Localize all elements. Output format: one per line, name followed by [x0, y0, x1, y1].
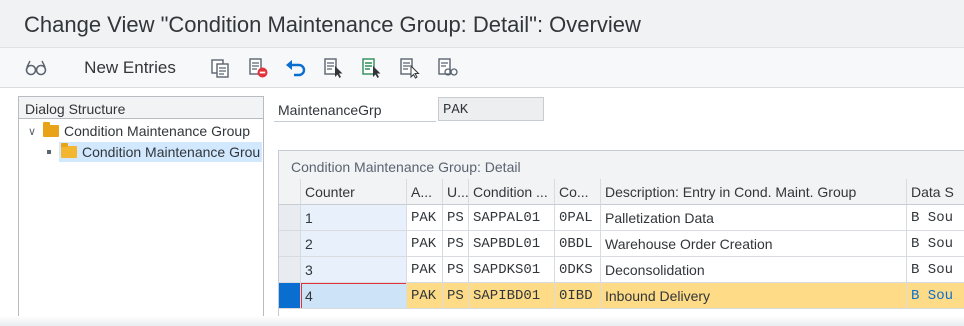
maintenance-group-field[interactable]: PAK [438, 97, 544, 121]
label-underline [274, 121, 436, 122]
row-selector[interactable] [279, 205, 301, 231]
a-cell: PAK [407, 231, 443, 257]
column-header-a[interactable]: A... [407, 179, 443, 205]
counter-value: 4 [305, 288, 313, 304]
description-cell: Deconsolidation [601, 257, 907, 283]
a-cell: PAK [407, 205, 443, 231]
column-header-description[interactable]: Description: Entry in Cond. Maint. Group [601, 179, 907, 205]
open-folder-icon [61, 143, 77, 158]
description-cell: Palletization Data [601, 205, 907, 231]
row-selector[interactable] [279, 257, 301, 283]
a-cell: PAK [407, 283, 443, 309]
co-cell: 0IBD [555, 283, 601, 309]
toolbar: New Entries [0, 48, 964, 88]
counter-cell[interactable]: 3 [301, 257, 407, 283]
undo-icon[interactable] [284, 56, 308, 80]
condition-cell: SAPIBD01 [469, 283, 555, 309]
tree-item-label: Condition Maintenance Group [64, 123, 251, 139]
condition-cell: SAPDKS01 [469, 257, 555, 283]
folder-icon [43, 122, 59, 137]
chevron-down-icon[interactable]: ∨ [25, 125, 39, 138]
data-source-cell[interactable]: B Sou [907, 205, 964, 231]
data-source-cell[interactable]: B Sou [907, 231, 964, 257]
dialog-structure-panel: Dialog Structure ∨ Condition Maintenance… [18, 96, 264, 326]
select-block-icon[interactable] [360, 56, 384, 80]
window: Change View "Condition Maintenance Group… [0, 0, 964, 326]
column-header-condition[interactable]: Condition ... [469, 179, 555, 205]
counter-cell-focused[interactable]: 4 [301, 283, 407, 309]
condition-cell: SAPBDL01 [469, 231, 555, 257]
tree-item-condition-maintenance-group[interactable]: ∨ Condition Maintenance Group [25, 121, 250, 141]
bullet-icon [47, 150, 51, 154]
detail-table-container: Condition Maintenance Group: Detail Coun… [278, 150, 964, 326]
copy-icon[interactable] [208, 56, 232, 80]
title-bar: Change View "Condition Maintenance Group… [0, 0, 964, 48]
row-selector[interactable] [279, 231, 301, 257]
u-cell: PS [443, 283, 469, 309]
u-cell: PS [443, 231, 469, 257]
data-source-cell[interactable]: B Sou [907, 257, 964, 283]
column-header-data-source[interactable]: Data S [907, 179, 964, 205]
tree-item-label: Condition Maintenance Grou [82, 144, 261, 160]
column-header-u[interactable]: U... [443, 179, 469, 205]
new-entries-button[interactable]: New Entries [82, 56, 178, 80]
find-icon[interactable] [436, 56, 460, 80]
co-cell: 0PAL [555, 205, 601, 231]
counter-cell[interactable]: 2 [301, 231, 407, 257]
u-cell: PS [443, 205, 469, 231]
maintenance-group-label: MaintenanceGrp [278, 102, 382, 118]
data-source-cell[interactable]: B Sou [907, 283, 964, 309]
dialog-structure-header: Dialog Structure [19, 97, 263, 119]
deselect-all-icon[interactable] [398, 56, 422, 80]
select-all-icon[interactable] [322, 56, 346, 80]
counter-cell[interactable]: 1 [301, 205, 407, 231]
u-cell: PS [443, 257, 469, 283]
tree-item-selected[interactable]: Condition Maintenance Grou [59, 142, 263, 162]
description-cell: Warehouse Order Creation [601, 231, 907, 257]
co-cell: 0DKS [555, 257, 601, 283]
tree-item-condition-maintenance-group-detail[interactable]: Condition Maintenance Grou [47, 142, 263, 162]
new-entries-label: New Entries [84, 58, 176, 77]
column-header-counter[interactable]: Counter [301, 179, 407, 205]
detail-table-title: Condition Maintenance Group: Detail [279, 151, 964, 179]
focus-outline [301, 283, 406, 308]
a-cell: PAK [407, 257, 443, 283]
glasses-icon[interactable] [24, 56, 48, 80]
column-header-co[interactable]: Co... [555, 179, 601, 205]
delete-icon[interactable] [246, 56, 270, 80]
page-title: Change View "Condition Maintenance Group… [24, 12, 641, 37]
co-cell: 0BDL [555, 231, 601, 257]
description-cell: Inbound Delivery [601, 283, 907, 309]
condition-cell: SAPPAL01 [469, 205, 555, 231]
row-selector-active[interactable] [279, 283, 301, 309]
select-all-cell[interactable] [279, 179, 301, 205]
